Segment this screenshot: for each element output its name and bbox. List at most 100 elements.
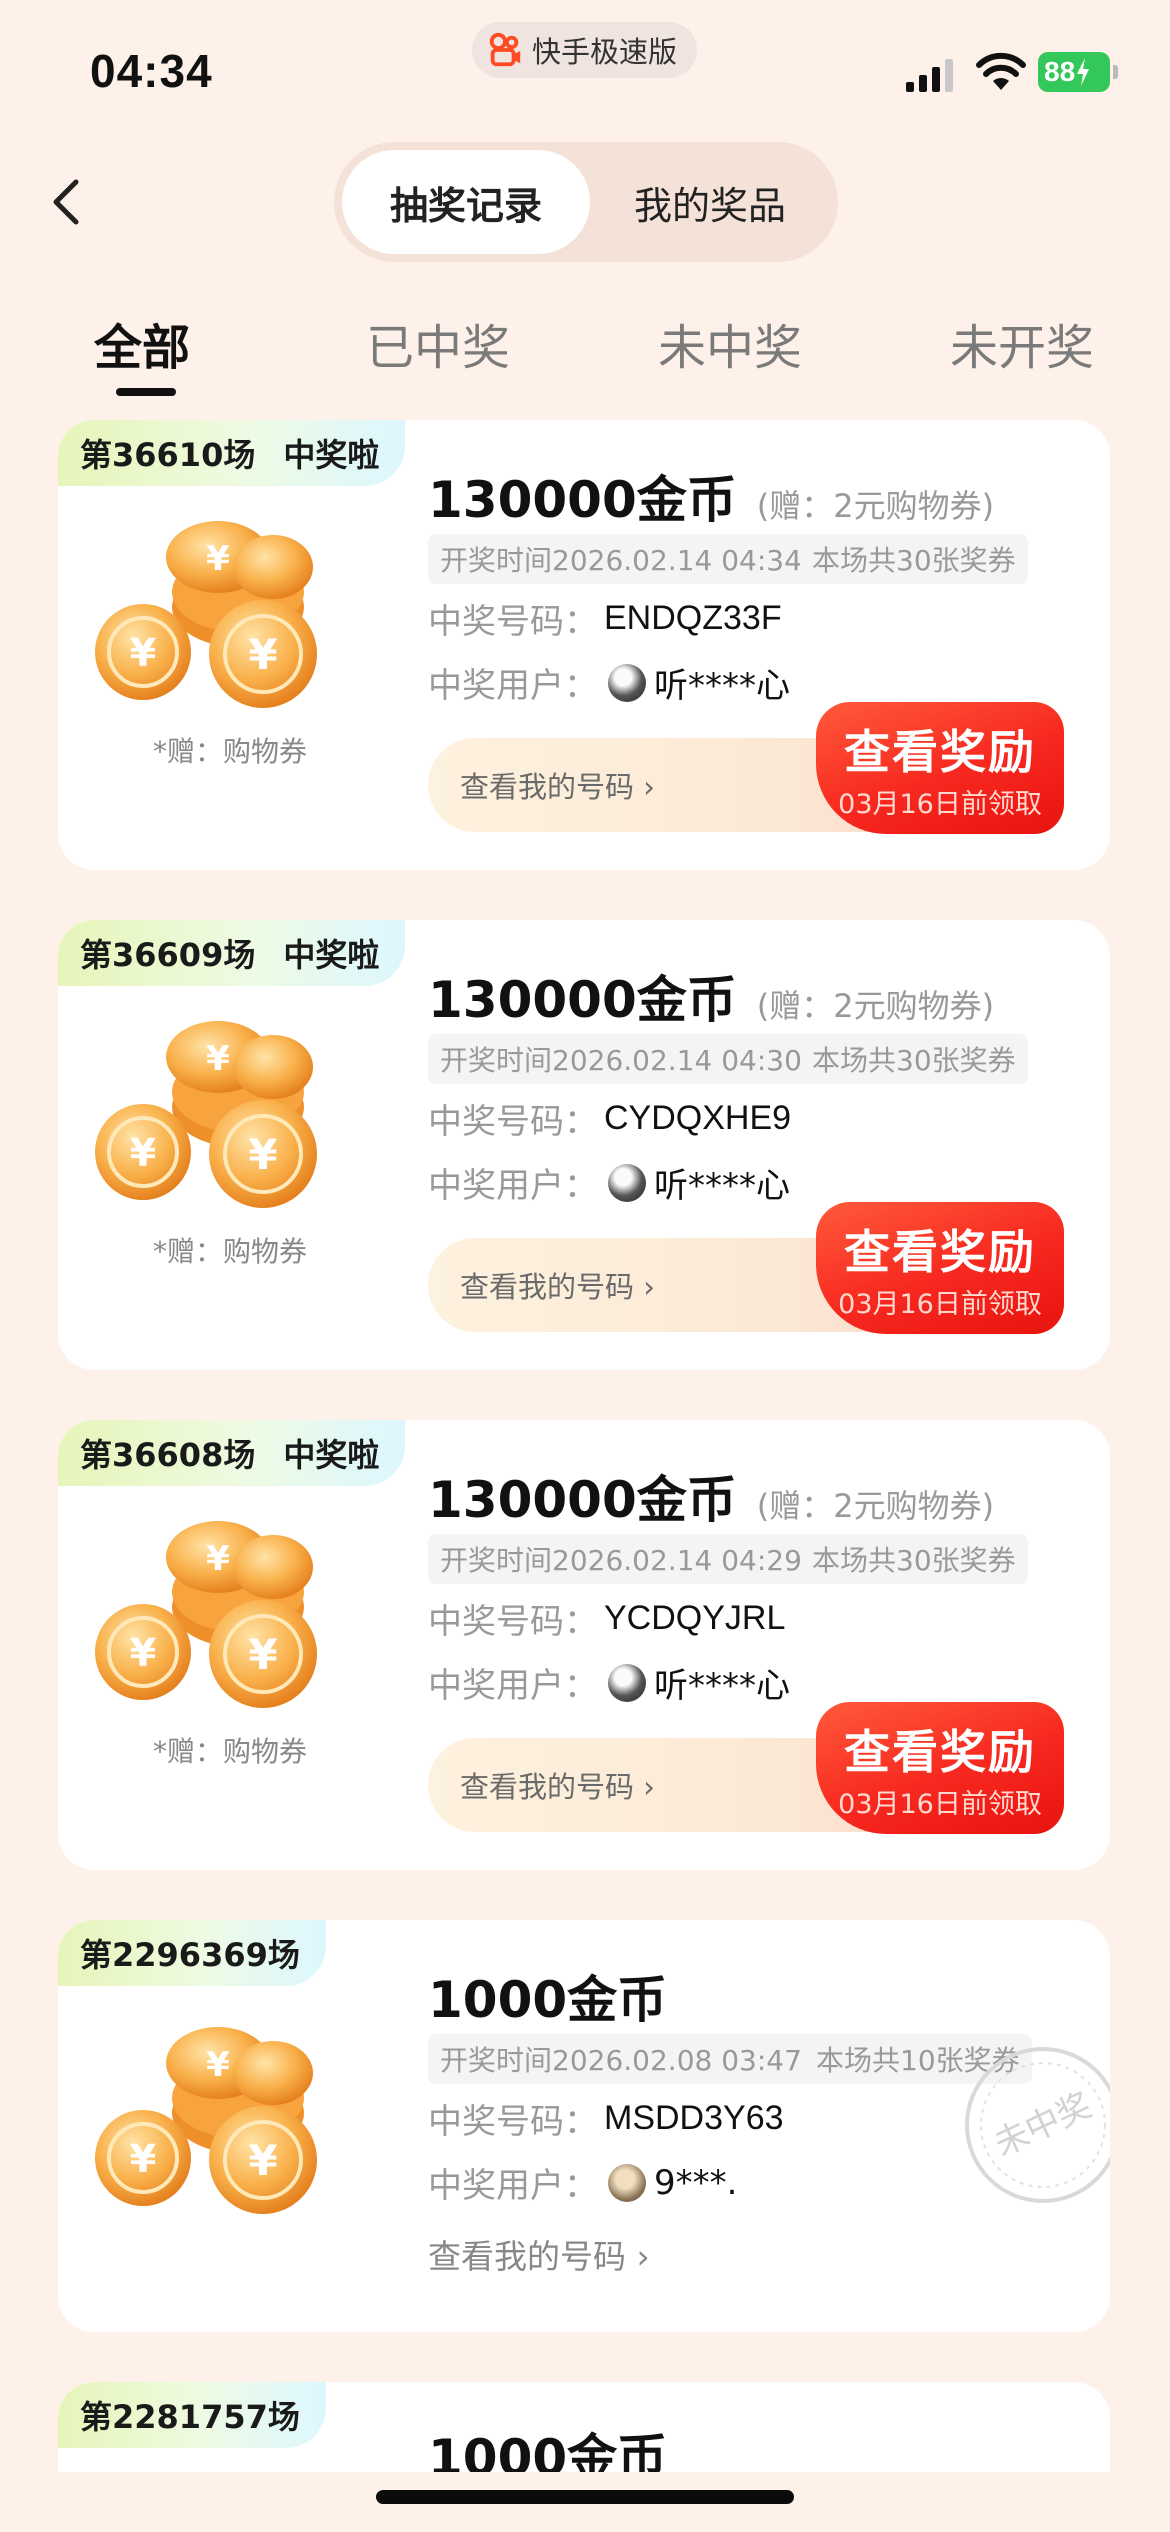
win-user: 听****心	[654, 1166, 790, 1206]
record-card[interactable]: 第2296369场 ¥ ¥ ¥ 1000金币 开奖时间2026.02.08 03…	[58, 1920, 1110, 2332]
win-number-label: 中奖号码：	[428, 1602, 598, 1642]
view-reward-button[interactable]: 查看奖励 03月16日前领取	[816, 702, 1064, 834]
prize-amount: 130000金币	[428, 471, 737, 529]
status-time: 04:34	[90, 45, 213, 97]
win-number-row: 中奖号码： MSDD3Y63	[428, 2094, 784, 2143]
battery-tip	[1113, 65, 1118, 79]
home-indicator[interactable]	[376, 2490, 794, 2504]
prize-amount: 1000金币	[428, 2429, 668, 2472]
tab-my-prizes[interactable]: 我的奖品	[590, 150, 830, 254]
tab-lottery-records[interactable]: 抽奖记录	[342, 150, 590, 254]
view-reward-button[interactable]: 查看奖励 03月16日前领取	[816, 1202, 1064, 1334]
win-user-row: 中奖用户： 听****心	[428, 658, 790, 707]
draw-time-tag: 开奖时间2026.02.14 04:34	[428, 534, 814, 584]
cellular-signal-icon	[906, 59, 953, 92]
win-number: ENDQZ33F	[604, 599, 782, 637]
charging-bolt-icon	[1077, 58, 1090, 86]
win-number-label: 中奖号码：	[428, 1102, 598, 1142]
back-arrow-icon[interactable]	[48, 176, 84, 228]
view-reward-button[interactable]: 查看奖励 03月16日前领取	[816, 1702, 1064, 1834]
battery-indicator: 88	[1038, 52, 1118, 92]
won-badge: 中奖啦	[283, 936, 380, 974]
svg-text:¥: ¥	[130, 2137, 156, 2181]
win-number-row: 中奖号码： ENDQZ33F	[428, 594, 782, 643]
win-user: 听****心	[654, 1666, 790, 1706]
win-user-label: 中奖用户：	[428, 2166, 598, 2206]
svg-text:¥: ¥	[206, 1039, 230, 1079]
win-user-row: 中奖用户： 听****心	[428, 1658, 790, 1707]
claim-deadline: 03月16日前领取	[838, 1289, 1042, 1320]
record-type-switch: 抽奖记录 我的奖品	[334, 142, 838, 262]
prize-amount: 1000金币	[428, 1971, 668, 2029]
prize-line: 130000金币 (赠：2元购物券)	[428, 1460, 994, 1532]
ticket-count-tag: 本场共30张奖券	[800, 1034, 1028, 1084]
avatar	[608, 1163, 646, 1202]
not-won-stamp-text: 未中奖	[988, 2085, 1097, 2164]
draw-time-tag: 开奖时间2026.02.14 04:29	[428, 1534, 814, 1584]
prize-amount: 130000金币	[428, 971, 737, 1029]
prize-amount: 130000金币	[428, 1471, 737, 1529]
gold-coins-icon: ¥ ¥ ¥	[95, 2027, 317, 2214]
prize-line: 130000金币 (赠：2元购物券)	[428, 460, 994, 532]
record-card[interactable]: 第36610场 中奖啦 ¥ ¥ ¥ *赠：购物券 130000金币 (赠：2元购…	[58, 420, 1110, 870]
win-number-label: 中奖号码：	[428, 2102, 598, 2142]
avatar	[608, 1663, 646, 1702]
session-badge: 第2296369场	[58, 1920, 326, 1986]
claim-deadline: 03月16日前领取	[838, 1789, 1042, 1820]
prize-line: 1000金币	[428, 1960, 667, 2032]
prize-gift: (赠：2元购物券)	[756, 987, 995, 1025]
gold-coins-icon: ¥ ¥ ¥	[95, 521, 317, 708]
view-reward-label: 查看奖励	[844, 725, 1036, 779]
view-reward-label: 查看奖励	[844, 1725, 1036, 1779]
svg-text:¥: ¥	[206, 539, 230, 579]
gift-note: *赠：购物券	[152, 1235, 307, 1268]
avatar	[608, 2163, 646, 2202]
filter-tabs: 全部 已中奖 未中奖 未开奖	[0, 308, 1170, 398]
session-badge: 第36609场 中奖啦	[58, 920, 406, 986]
prize-gift: (赠：2元购物券)	[756, 487, 995, 525]
win-user-label: 中奖用户：	[428, 1166, 598, 1206]
filter-tab-all[interactable]: 全部	[94, 308, 190, 378]
filter-tab-not-drawn[interactable]: 未开奖	[950, 308, 1094, 378]
status-bar: 04:34 快手极速版 88	[0, 0, 1170, 130]
draw-time-tag: 开奖时间2026.02.14 04:30	[428, 1034, 814, 1084]
record-card[interactable]: 第36609场 中奖啦 ¥ ¥ ¥ *赠：购物券 130000金币 (赠：2元购…	[58, 920, 1110, 1370]
win-user: 9***.	[654, 2162, 738, 2203]
session-number: 第36610场	[80, 436, 256, 474]
win-user-label: 中奖用户：	[428, 666, 598, 706]
record-card[interactable]: 第36608场 中奖啦 ¥ ¥ ¥ *赠：购物券 130000金币 (赠：2元购…	[58, 1420, 1110, 1870]
session-number: 第2296369场	[80, 1936, 300, 1974]
kuaishou-logo-icon	[489, 32, 521, 67]
session-badge: 第2281757场	[58, 2382, 326, 2448]
win-number-row: 中奖号码： YCDQYJRL	[428, 1594, 785, 1643]
win-number-label: 中奖号码：	[428, 602, 598, 642]
win-user-row: 中奖用户： 9***.	[428, 2158, 737, 2207]
ticket-count-tag: 本场共30张奖券	[800, 1534, 1028, 1584]
svg-text:¥: ¥	[206, 1539, 230, 1579]
ticket-count-tag: 本场共30张奖券	[800, 534, 1028, 584]
svg-text:¥: ¥	[248, 1130, 277, 1179]
win-number: YCDQYJRL	[604, 1599, 786, 1637]
won-badge: 中奖啦	[283, 436, 380, 474]
record-card[interactable]: 第2281757场 1000金币	[58, 2382, 1110, 2472]
gold-coins-icon: ¥ ¥ ¥	[95, 1021, 317, 1208]
prize-line: 130000金币 (赠：2元购物券)	[428, 960, 994, 1032]
gift-note: *赠：购物券	[152, 1735, 307, 1768]
gold-coins-icon: ¥ ¥ ¥	[95, 1521, 317, 1708]
filter-tab-won[interactable]: 已中奖	[366, 308, 510, 378]
win-user: 听****心	[654, 666, 790, 706]
prize-gift: (赠：2元购物券)	[756, 1487, 995, 1525]
session-badge: 第36610场 中奖啦	[58, 420, 406, 486]
view-reward-label: 查看奖励	[844, 1225, 1036, 1279]
svg-text:¥: ¥	[248, 630, 277, 679]
gift-note: *赠：购物券	[152, 735, 307, 768]
active-tab-indicator	[116, 388, 176, 396]
win-user-row: 中奖用户： 听****心	[428, 1158, 790, 1207]
not-won-stamp-icon: 未中奖	[965, 2047, 1110, 2203]
draw-time-tag: 开奖时间2026.02.08 03:47	[428, 2034, 814, 2084]
svg-text:¥: ¥	[130, 1131, 156, 1175]
view-my-numbers-link[interactable]: 查看我的号码 ›	[428, 2230, 650, 2278]
wifi-icon	[976, 52, 1026, 90]
app-indicator-pill[interactable]: 快手极速版	[472, 22, 698, 78]
filter-tab-not-won[interactable]: 未中奖	[658, 308, 802, 378]
